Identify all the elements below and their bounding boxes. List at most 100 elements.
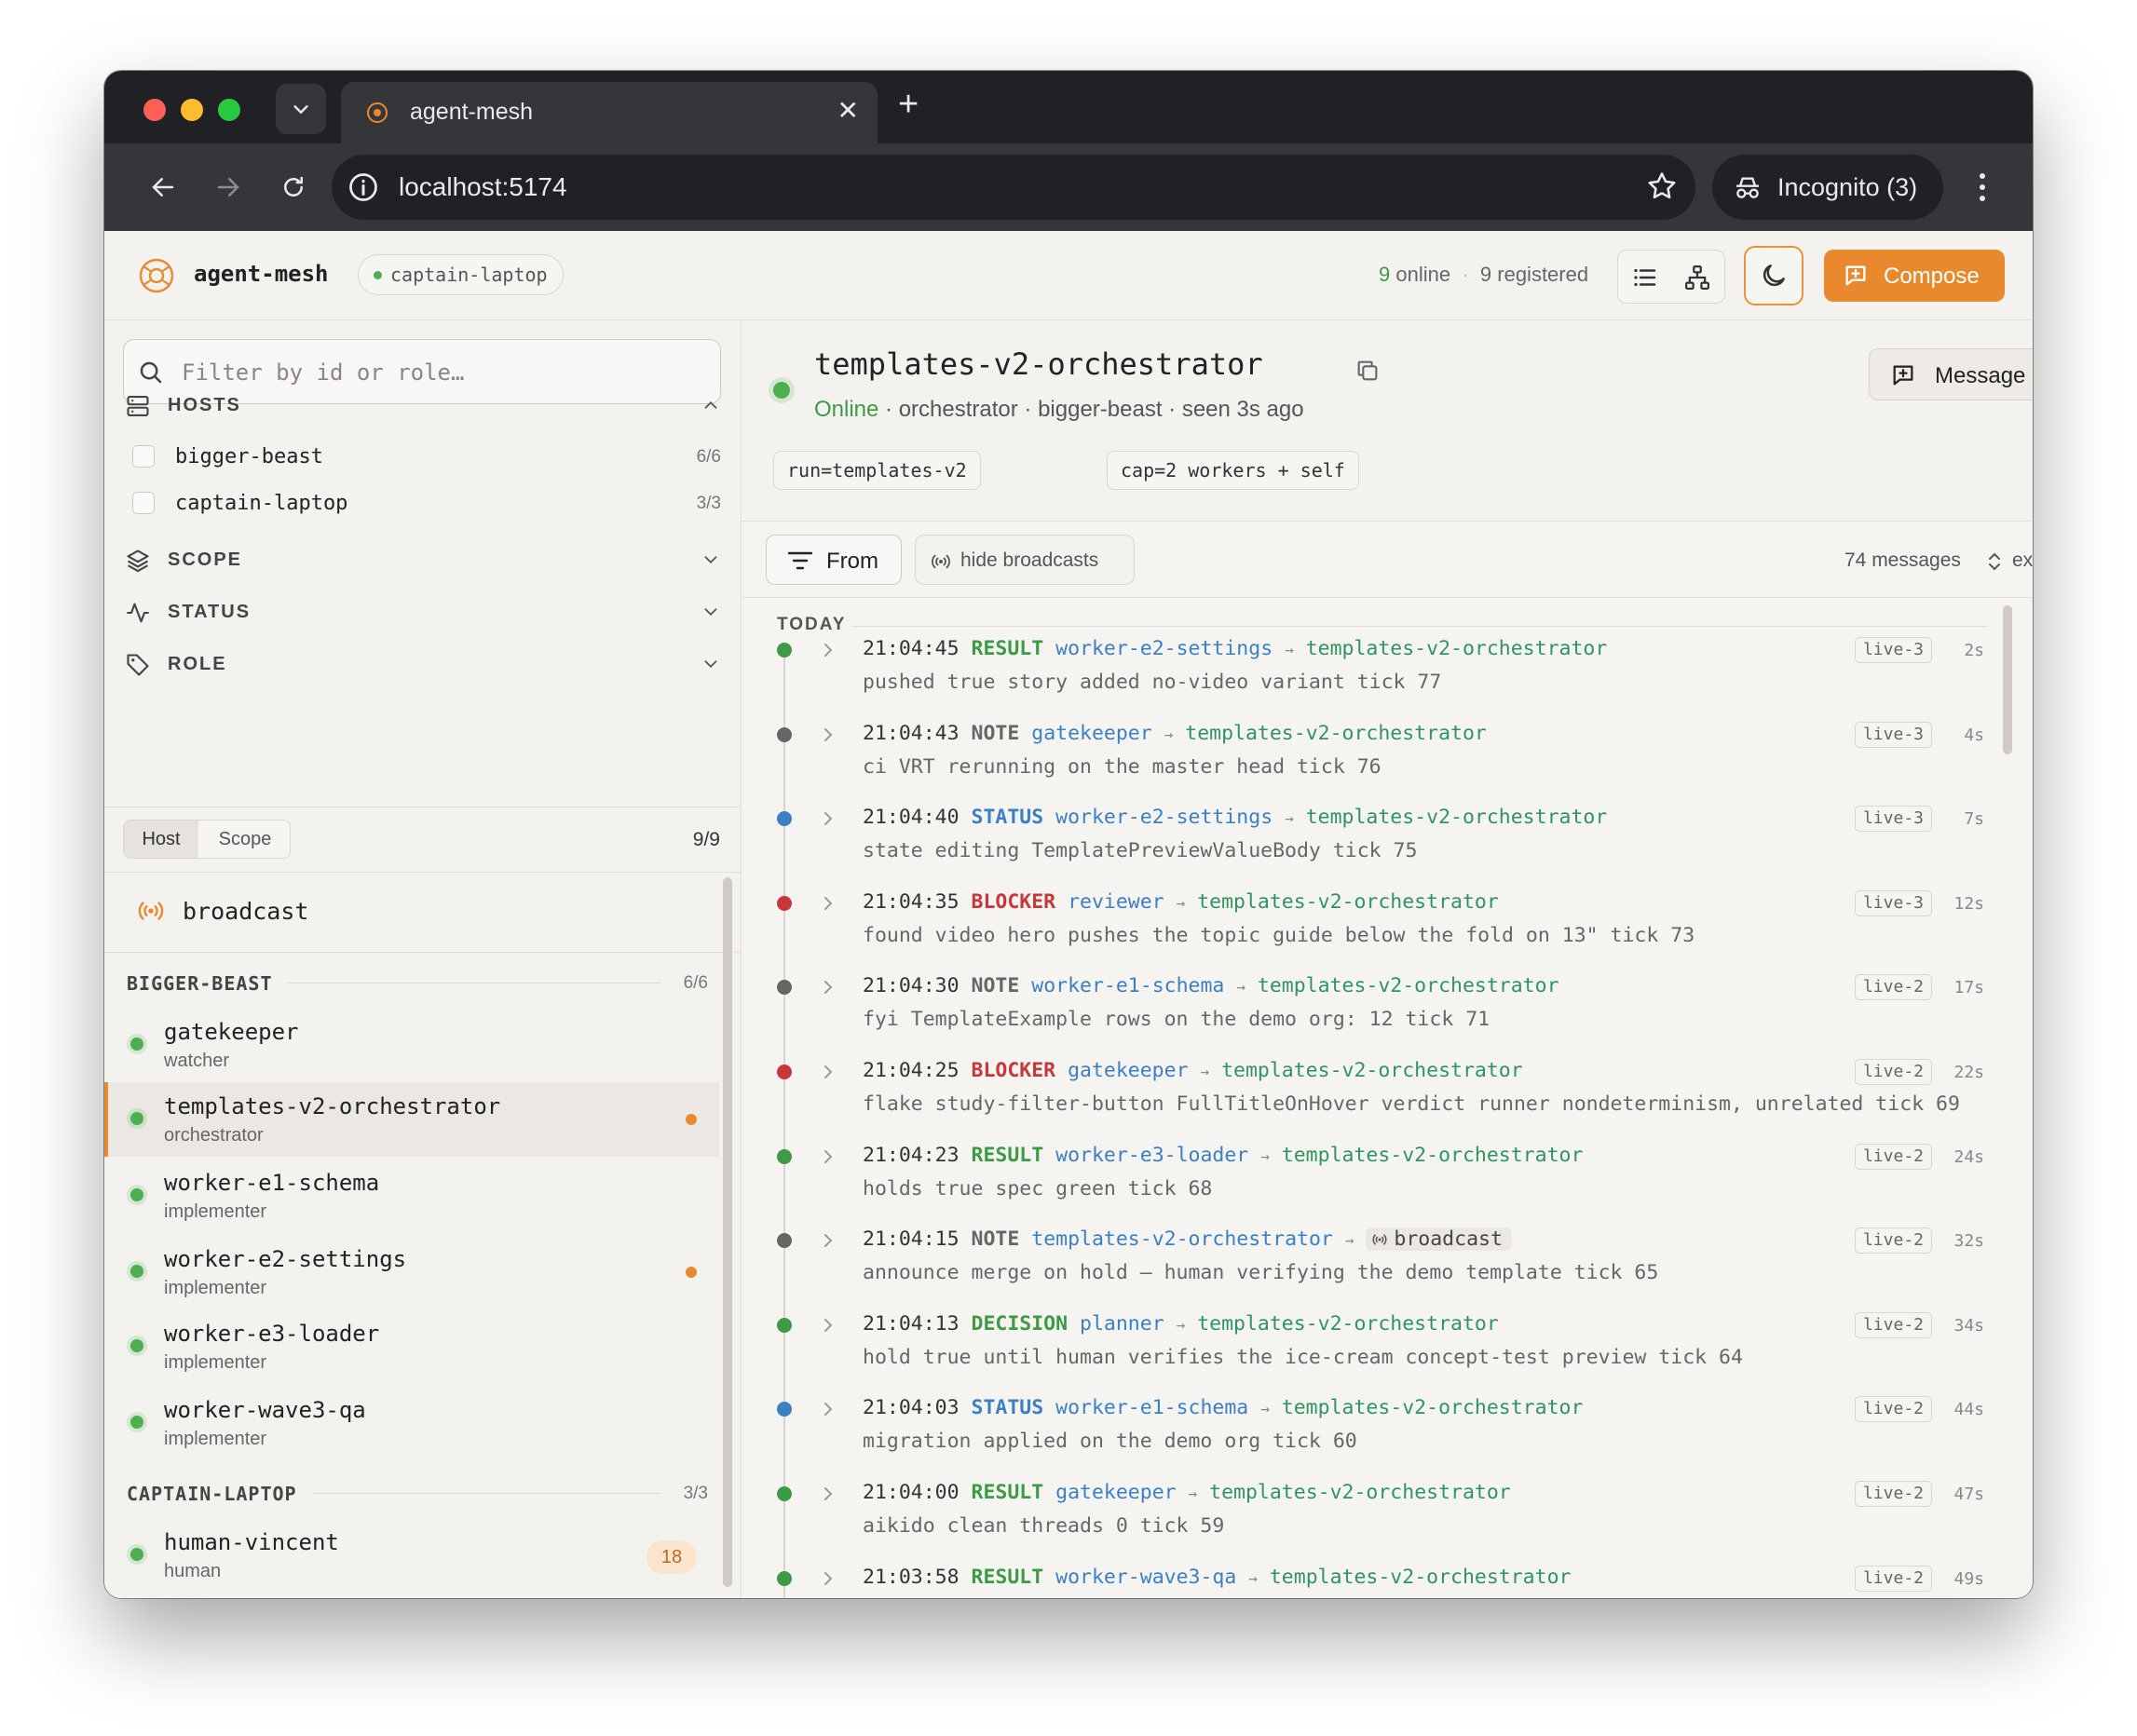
chevron-right-icon[interactable] [820, 1316, 837, 1335]
message-row[interactable]: 21:04:35 BLOCKER reviewer → templates-v2… [742, 885, 1999, 969]
browser-window: agent-mesh ✕ + localhost:5174 Incognito … [104, 71, 2033, 1598]
close-tab-icon[interactable]: ✕ [837, 97, 859, 125]
message-row[interactable]: 21:04:45 RESULT worker-e2-settings → tem… [742, 631, 1999, 715]
message-recipient[interactable]: templates-v2-orchestrator [1306, 806, 1608, 829]
message-sender[interactable]: planner [1080, 1312, 1164, 1336]
message-row[interactable]: 21:04:43 NOTE gatekeeper → templates-v2-… [742, 716, 1999, 800]
message-row[interactable]: 21:04:15 NOTE templates-v2-orchestrator … [742, 1222, 1999, 1306]
agent-status-dot [130, 1339, 143, 1352]
scope-section-toggle[interactable]: SCOPE [125, 542, 721, 579]
theme-toggle-button[interactable] [1744, 246, 1804, 305]
topology-view-icon[interactable] [1683, 264, 1711, 292]
reload-button[interactable] [272, 166, 315, 209]
agent-counts: 9 online · 9 registered [1379, 263, 1589, 286]
hide-broadcasts-toggle[interactable]: hide broadcasts [915, 535, 1135, 585]
filter-input[interactable] [182, 355, 703, 390]
compose-button[interactable]: Compose [1824, 250, 2005, 302]
message-sender[interactable]: worker-e2-settings [1055, 806, 1273, 829]
host-filter-bigger-beast[interactable]: bigger-beast 6/6 [132, 438, 721, 475]
message-sender[interactable]: templates-v2-orchestrator [1031, 1227, 1333, 1251]
message-sender[interactable]: worker-e1-schema [1031, 974, 1224, 997]
chevron-right-icon[interactable] [820, 1485, 837, 1503]
chevron-right-icon[interactable] [820, 809, 837, 828]
message-recipient[interactable]: templates-v2-orchestrator [1270, 1566, 1572, 1589]
close-window-button[interactable] [143, 99, 166, 121]
message-recipient[interactable]: templates-v2-orchestrator [1306, 637, 1608, 660]
group-by-host[interactable]: Host [124, 821, 198, 858]
agent-item-planner[interactable]: planner planner 22 [104, 1594, 719, 1598]
new-tab-icon[interactable]: + [898, 86, 919, 123]
group-by-scope[interactable]: Scope [198, 821, 290, 858]
kebab-menu-icon[interactable] [1977, 170, 1988, 205]
host-checkbox[interactable] [132, 445, 155, 468]
hosts-section-toggle[interactable]: HOSTS [125, 387, 721, 425]
browser-tab[interactable]: agent-mesh ✕ [341, 82, 878, 143]
message-row[interactable]: 21:04:03 STATUS worker-e1-schema → templ… [742, 1390, 1999, 1474]
message-sender[interactable]: worker-wave3-qa [1055, 1566, 1236, 1589]
message-sender[interactable]: worker-e2-settings [1055, 637, 1273, 660]
address-bar[interactable]: localhost:5174 [332, 155, 1695, 220]
message-body: announce merge on hold — human verifying… [863, 1261, 1659, 1285]
feed-scrollbar[interactable] [2003, 605, 2012, 754]
status-section-toggle[interactable]: STATUS [125, 594, 721, 631]
message-sender[interactable]: gatekeeper [1031, 722, 1151, 745]
message-button[interactable]: Message [1869, 348, 2033, 400]
chevron-right-icon[interactable] [820, 1231, 837, 1250]
message-row[interactable]: 21:04:40 STATUS worker-e2-settings → tem… [742, 800, 1999, 884]
message-recipient[interactable]: templates-v2-orchestrator [1258, 974, 1559, 997]
message-row[interactable]: 21:04:25 BLOCKER gatekeeper → templates-… [742, 1053, 1999, 1137]
message-row[interactable]: 21:03:58 RESULT worker-wave3-qa → templa… [742, 1560, 1999, 1598]
host-filter-captain-laptop[interactable]: captain-laptop 3/3 [132, 484, 721, 522]
message-recipient[interactable]: templates-v2-orchestrator [1209, 1481, 1511, 1504]
message-recipient[interactable]: templates-v2-orchestrator [1282, 1144, 1584, 1167]
sidebar-scrollbar[interactable] [723, 877, 732, 1587]
message-recipient[interactable]: templates-v2-orchestrator [1282, 1396, 1584, 1419]
agent-item-templates-v2-orchestrator[interactable]: templates-v2-orchestrator orchestrator [104, 1082, 719, 1157]
maximize-window-button[interactable] [218, 99, 240, 121]
host-checkbox[interactable] [132, 492, 155, 514]
compose-label: Compose [1884, 264, 1980, 289]
chevron-right-icon[interactable] [820, 978, 837, 997]
agent-item-gatekeeper[interactable]: gatekeeper watcher [104, 1008, 719, 1082]
broadcast-channel[interactable]: broadcast [104, 875, 719, 946]
message-row[interactable]: 21:04:30 NOTE worker-e1-schema → templat… [742, 969, 1999, 1052]
chevron-right-icon[interactable] [820, 641, 837, 659]
agent-item-worker-e3-loader[interactable]: worker-e3-loader implementer [104, 1309, 719, 1384]
message-age: 44s [1953, 1400, 1984, 1420]
tab-search-button[interactable] [276, 84, 326, 134]
from-filter-button[interactable]: From [766, 535, 902, 585]
message-recipient[interactable]: templates-v2-orchestrator [1221, 1059, 1523, 1082]
message-recipient[interactable]: templates-v2-orchestrator [1197, 890, 1499, 914]
message-row[interactable]: 21:04:13 DECISION planner → templates-v2… [742, 1307, 1999, 1390]
minimize-window-button[interactable] [181, 99, 203, 121]
agent-item-worker-e2-settings[interactable]: worker-e2-settings implementer [104, 1235, 719, 1309]
chevron-right-icon[interactable] [820, 726, 837, 744]
message-row[interactable]: 21:04:23 RESULT worker-e3-loader → templ… [742, 1138, 1999, 1222]
list-view-icon[interactable] [1631, 264, 1659, 292]
message-sender[interactable]: worker-e3-loader [1055, 1144, 1248, 1167]
message-sender[interactable]: gatekeeper [1055, 1481, 1176, 1504]
message-sender[interactable]: gatekeeper [1068, 1059, 1188, 1082]
tab-strip: agent-mesh ✕ + [104, 71, 2033, 143]
role-section-toggle[interactable]: ROLE [125, 646, 721, 684]
message-recipient[interactable]: templates-v2-orchestrator [1197, 1312, 1499, 1336]
message-sender[interactable]: reviewer [1068, 890, 1164, 914]
message-row[interactable]: 21:04:00 RESULT gatekeeper → templates-v… [742, 1475, 1999, 1559]
forward-button[interactable] [207, 166, 250, 209]
message-recipient[interactable]: templates-v2-orchestrator [1185, 722, 1487, 745]
chevron-right-icon[interactable] [820, 1569, 837, 1588]
back-button[interactable] [142, 166, 184, 209]
agent-status-dot [130, 1548, 143, 1561]
incognito-button[interactable]: Incognito (3) [1712, 155, 1943, 220]
message-sender[interactable]: worker-e1-schema [1055, 1396, 1248, 1419]
copy-icon[interactable] [1354, 358, 1381, 384]
chevron-right-icon[interactable] [820, 1147, 837, 1166]
chevron-right-icon[interactable] [820, 1400, 837, 1418]
message-kind: RESULT [971, 1143, 1044, 1167]
agent-item-human-vincent[interactable]: human-vincent human 18 [104, 1518, 719, 1593]
chevron-right-icon[interactable] [820, 1063, 837, 1081]
bookmark-star-icon[interactable] [1645, 170, 1679, 203]
agent-item-worker-e1-schema[interactable]: worker-e1-schema implementer [104, 1159, 719, 1233]
agent-item-worker-wave3-qa[interactable]: worker-wave3-qa implementer [104, 1386, 719, 1460]
chevron-right-icon[interactable] [820, 894, 837, 913]
